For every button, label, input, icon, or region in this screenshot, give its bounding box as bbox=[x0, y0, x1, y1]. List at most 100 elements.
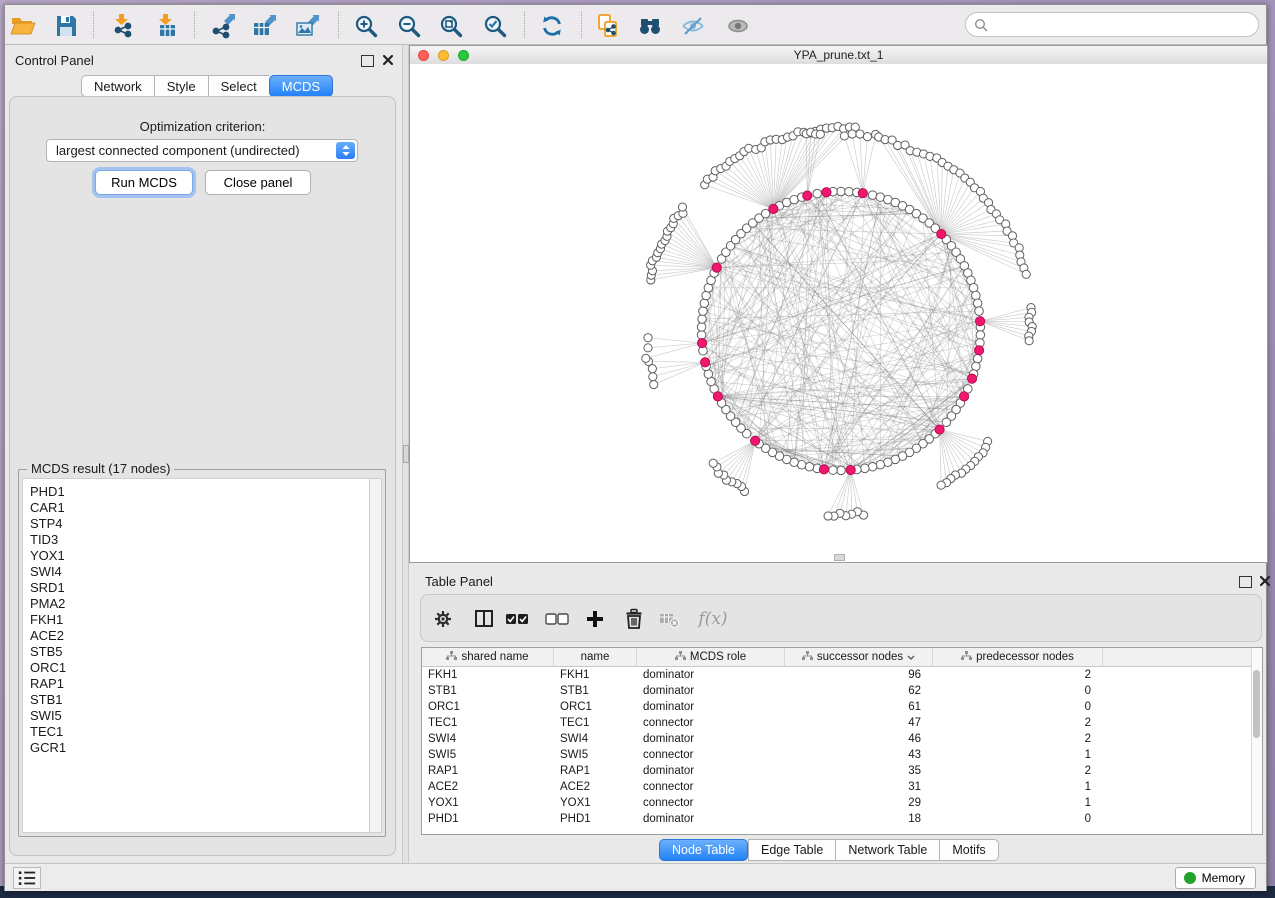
export-image-button[interactable] bbox=[292, 11, 322, 41]
zoom-in-button[interactable] bbox=[351, 11, 381, 41]
mcds-result-item[interactable]: TID3 bbox=[30, 532, 369, 548]
table-row-FKH1[interactable]: FKH1FKH1dominator962 bbox=[422, 667, 1262, 683]
cell-name: FKH1 bbox=[554, 669, 637, 681]
import-network-icon bbox=[110, 13, 136, 39]
eye-slash-icon bbox=[680, 13, 706, 39]
show-columns-button[interactable] bbox=[471, 606, 497, 632]
eye-icon bbox=[725, 13, 751, 39]
tab-style[interactable]: Style bbox=[154, 75, 208, 97]
mcds-result-item[interactable]: CAR1 bbox=[30, 500, 369, 516]
cell-name: SWI4 bbox=[554, 733, 637, 745]
scrollbar-thumb[interactable] bbox=[1253, 670, 1260, 738]
table-row-SWI5[interactable]: SWI5SWI5connector431 bbox=[422, 747, 1262, 763]
hide-selected-button[interactable] bbox=[678, 11, 708, 41]
mcds-result-item[interactable]: TEC1 bbox=[30, 724, 369, 740]
mcds-result-item[interactable]: ACE2 bbox=[30, 628, 369, 644]
table-row-ORC1[interactable]: ORC1ORC1dominator610 bbox=[422, 699, 1262, 715]
refresh-view-button[interactable] bbox=[537, 11, 567, 41]
tab-select[interactable]: Select bbox=[208, 75, 269, 97]
cell-shared_name: RAP1 bbox=[422, 765, 554, 777]
column-header-shared-name[interactable]: shared name bbox=[422, 648, 554, 666]
open-session-button[interactable] bbox=[8, 11, 38, 41]
create-column-button[interactable] bbox=[582, 606, 608, 632]
mcds-result-scrollbar[interactable] bbox=[369, 478, 382, 833]
mcds-result-item[interactable]: STP4 bbox=[30, 516, 369, 532]
delete-column-button[interactable] bbox=[621, 606, 647, 632]
network-canvas[interactable] bbox=[410, 64, 1267, 562]
mcds-result-item[interactable]: ORC1 bbox=[30, 660, 369, 676]
column-header-name[interactable]: name bbox=[554, 648, 637, 666]
memory-button[interactable]: Memory bbox=[1175, 867, 1256, 889]
export-table-button[interactable] bbox=[249, 11, 279, 41]
fx-icon: f(x) bbox=[698, 609, 727, 629]
float-panel-icon[interactable] bbox=[361, 55, 374, 67]
splitter-grip-horizontal[interactable] bbox=[834, 554, 845, 561]
deselect-all-rows-button[interactable] bbox=[543, 606, 573, 632]
column-header-successor-nodes[interactable]: successor nodes bbox=[785, 648, 933, 666]
main-toolbar bbox=[5, 5, 1266, 45]
cell-name: RAP1 bbox=[554, 765, 637, 777]
first-neighbors-button[interactable] bbox=[635, 11, 665, 41]
table-options-button[interactable] bbox=[430, 606, 456, 632]
select-all-rows-button[interactable] bbox=[503, 606, 533, 632]
close-panel-icon[interactable] bbox=[1259, 575, 1271, 587]
tab-edge-table[interactable]: Edge Table bbox=[748, 839, 835, 861]
table-row-RAP1[interactable]: RAP1RAP1dominator352 bbox=[422, 763, 1262, 779]
delete-table-icon bbox=[658, 608, 680, 630]
search-input[interactable] bbox=[994, 17, 1250, 33]
zoom-fit-button[interactable] bbox=[436, 11, 466, 41]
zoom-out-button[interactable] bbox=[394, 11, 424, 41]
mcds-result-item[interactable]: PMA2 bbox=[30, 596, 369, 612]
mcds-result-item[interactable]: SWI5 bbox=[30, 708, 369, 724]
tree-icon bbox=[961, 651, 972, 664]
status-bar: Memory bbox=[5, 863, 1266, 891]
mcds-result-item[interactable]: STB1 bbox=[30, 692, 369, 708]
clone-network-button[interactable] bbox=[593, 11, 623, 41]
zoom-selected-icon bbox=[482, 13, 508, 39]
cell-name: ACE2 bbox=[554, 781, 637, 793]
column-header-MCDS-role[interactable]: MCDS role bbox=[637, 648, 785, 666]
close-panel-button[interactable]: Close panel bbox=[205, 170, 311, 195]
zoom-selected-button[interactable] bbox=[480, 11, 510, 41]
cell-name: TEC1 bbox=[554, 717, 637, 729]
tab-motifs[interactable]: Motifs bbox=[939, 839, 998, 861]
mcds-result-item[interactable]: SWI4 bbox=[30, 564, 369, 580]
close-panel-icon[interactable] bbox=[382, 54, 394, 66]
mcds-result-item[interactable]: STB5 bbox=[30, 644, 369, 660]
tab-node-table[interactable]: Node Table bbox=[659, 839, 748, 861]
panel-splitter-vertical[interactable] bbox=[402, 45, 409, 863]
save-session-button[interactable] bbox=[51, 11, 81, 41]
panel-menu-button[interactable] bbox=[13, 867, 41, 889]
mcds-result-item[interactable]: RAP1 bbox=[30, 676, 369, 692]
search-icon bbox=[974, 18, 988, 32]
tab-network[interactable]: Network bbox=[81, 75, 154, 97]
import-network-button[interactable] bbox=[108, 11, 138, 41]
table-row-YOX1[interactable]: YOX1YOX1connector291 bbox=[422, 795, 1262, 811]
table-row-SWI4[interactable]: SWI4SWI4dominator462 bbox=[422, 731, 1262, 747]
tab-network-table[interactable]: Network Table bbox=[835, 839, 939, 861]
tree-icon bbox=[802, 651, 813, 664]
mcds-result-item[interactable]: FKH1 bbox=[30, 612, 369, 628]
column-header-predecessor-nodes[interactable]: predecessor nodes bbox=[933, 648, 1103, 666]
float-panel-icon[interactable] bbox=[1239, 576, 1252, 588]
table-scrollbar[interactable] bbox=[1251, 648, 1262, 834]
cell-predecessor_nodes: 0 bbox=[933, 701, 1103, 713]
export-network-button[interactable] bbox=[208, 11, 238, 41]
table-row-STB1[interactable]: STB1STB1dominator620 bbox=[422, 683, 1262, 699]
network-graph[interactable] bbox=[410, 64, 1267, 562]
zoom-in-icon bbox=[353, 13, 379, 39]
run-mcds-button[interactable]: Run MCDS bbox=[95, 170, 193, 195]
table-row-ACE2[interactable]: ACE2ACE2connector311 bbox=[422, 779, 1262, 795]
table-row-TEC1[interactable]: TEC1TEC1connector472 bbox=[422, 715, 1262, 731]
import-table-button[interactable] bbox=[152, 11, 182, 41]
show-all-button[interactable] bbox=[723, 11, 753, 41]
criterion-select[interactable]: largest connected component (undirected) bbox=[46, 139, 358, 162]
mcds-result-item[interactable]: GCR1 bbox=[30, 740, 369, 756]
mcds-result-item[interactable]: SRD1 bbox=[30, 580, 369, 596]
mcds-result-item[interactable]: YOX1 bbox=[30, 548, 369, 564]
mcds-result-list[interactable]: PHD1CAR1STP4TID3YOX1SWI4SRD1PMA2FKH1ACE2… bbox=[22, 478, 369, 833]
tab-mcds[interactable]: MCDS bbox=[269, 75, 333, 97]
mcds-result-item[interactable]: PHD1 bbox=[30, 484, 369, 500]
table-rows: FKH1FKH1dominator962STB1STB1dominator620… bbox=[422, 667, 1262, 827]
table-row-PHD1[interactable]: PHD1PHD1dominator180 bbox=[422, 811, 1262, 827]
